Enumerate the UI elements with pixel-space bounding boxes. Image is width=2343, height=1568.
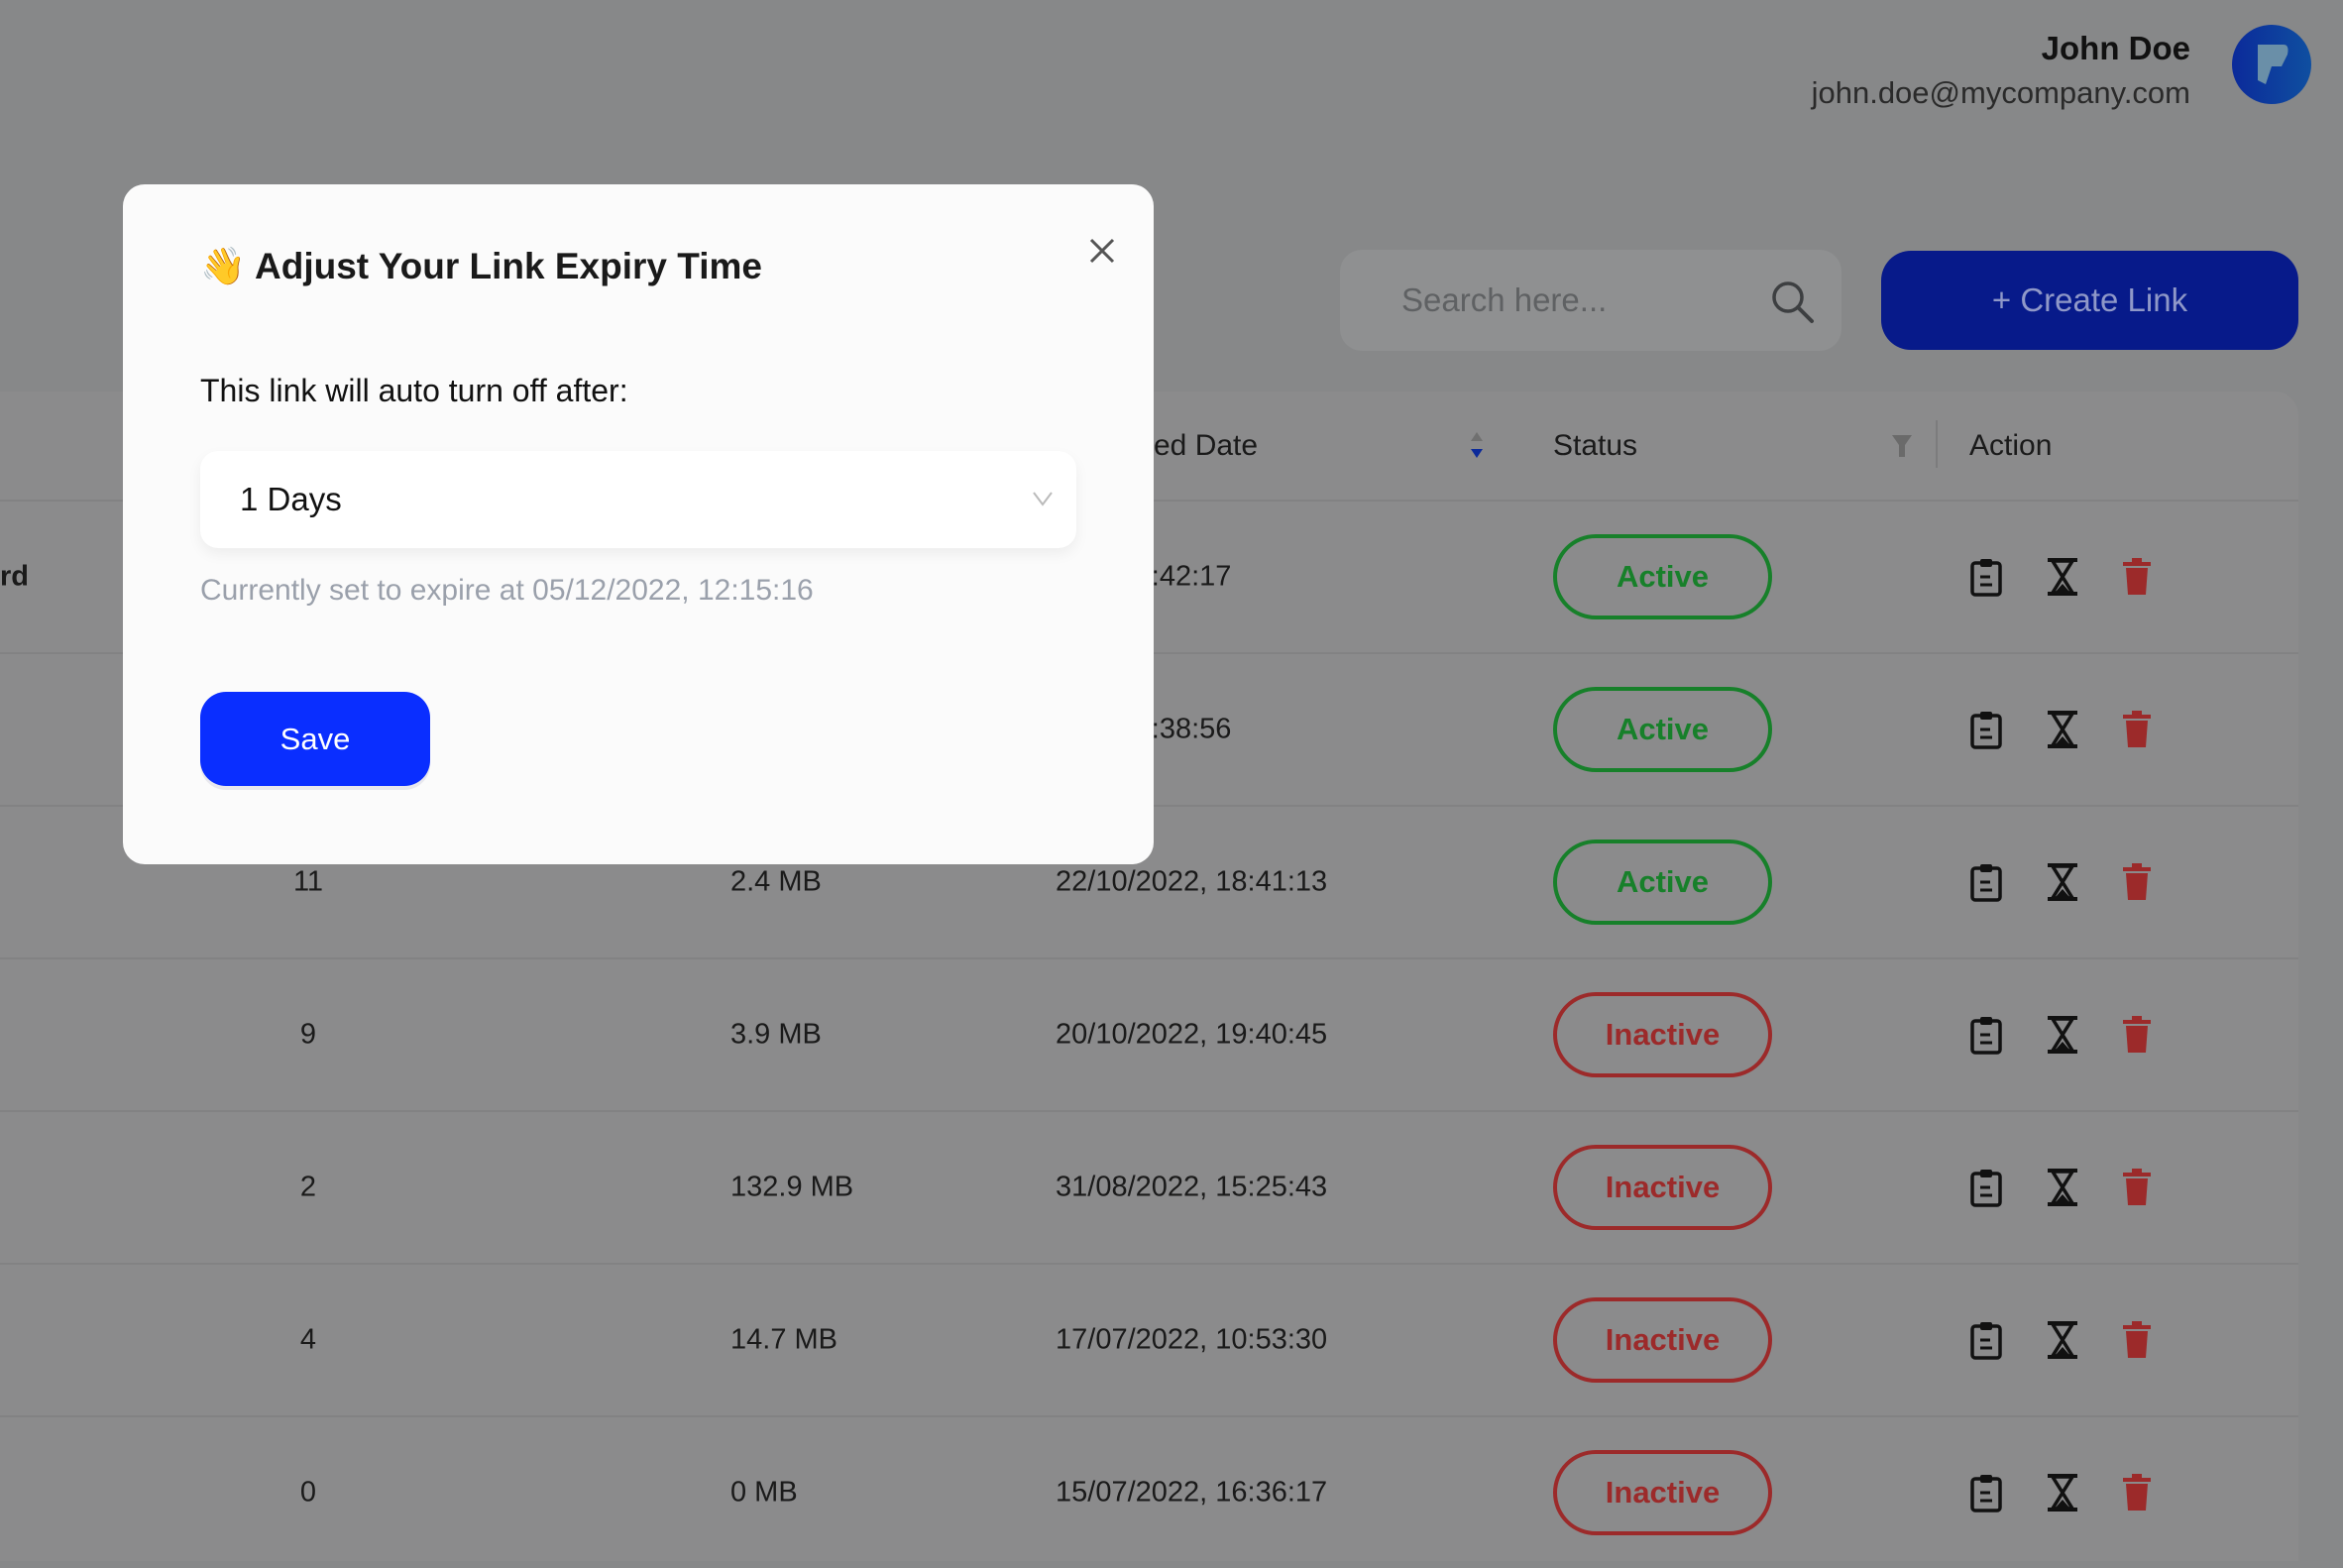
expiry-hint: Currently set to expire at 05/12/2022, 1… xyxy=(200,574,814,607)
expiry-label: This link will auto turn off after: xyxy=(200,373,628,408)
expiry-selected-value: 1 Days xyxy=(240,481,342,517)
wave-emoji-icon: 👋 xyxy=(200,246,247,286)
modal-title-text: Adjust Your Link Expiry Time xyxy=(255,246,762,286)
close-button[interactable] xyxy=(1079,228,1123,272)
save-button[interactable]: Save xyxy=(200,692,430,786)
modal-title: 👋 Adjust Your Link Expiry Time xyxy=(200,246,762,288)
expiry-select[interactable]: 1 Days xyxy=(200,451,1076,548)
expiry-modal: 👋 Adjust Your Link Expiry Time This link… xyxy=(123,184,1154,864)
close-icon xyxy=(1089,238,1115,264)
chevron-down-icon xyxy=(1033,492,1053,506)
